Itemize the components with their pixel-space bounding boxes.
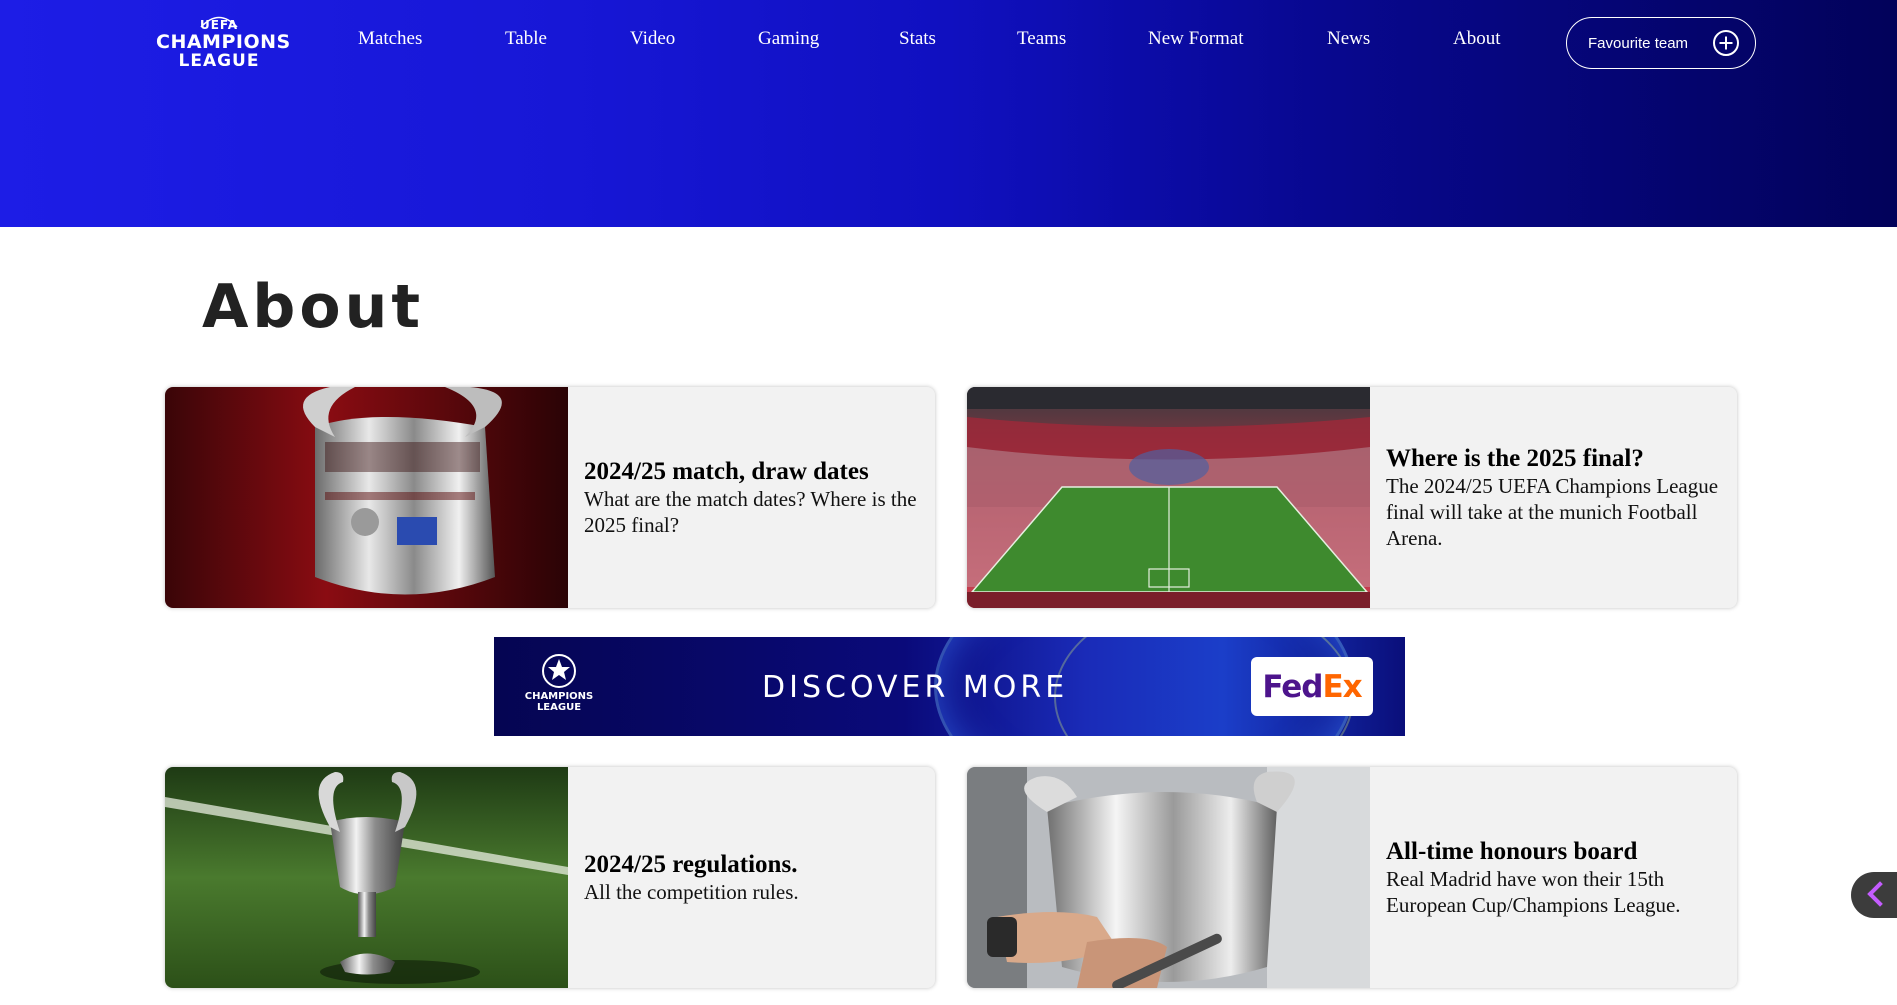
card-text: 2024/25 regulations. All the competition… bbox=[584, 767, 921, 988]
card-heading: 2024/25 match, draw dates bbox=[584, 457, 869, 485]
page-title: About bbox=[202, 272, 425, 342]
logo-uefa-text: UEFA bbox=[199, 18, 239, 32]
favourite-team-button[interactable]: Favourite team bbox=[1566, 17, 1756, 69]
card-heading: Where is the 2025 final? bbox=[1386, 444, 1644, 472]
card-heading: 2024/25 regulations. bbox=[584, 850, 798, 878]
side-panel-toggle[interactable] bbox=[1851, 872, 1897, 918]
discover-more-text: DISCOVER MORE bbox=[762, 670, 1069, 705]
trophy-closeup-image bbox=[165, 387, 568, 608]
card-text: Where is the 2025 final? The 2024/25 UEF… bbox=[1386, 387, 1723, 608]
trophy-on-grass-image bbox=[165, 767, 568, 988]
card-regulations[interactable]: 2024/25 regulations. All the competition… bbox=[165, 767, 935, 988]
banner-ucl-logo: CHAMPIONS LEAGUE bbox=[514, 651, 604, 725]
plus-circle-icon bbox=[1713, 30, 1739, 56]
nav-item-matches[interactable]: Matches bbox=[358, 28, 422, 50]
nav-item-table[interactable]: Table bbox=[505, 28, 547, 50]
card-match-draw-dates[interactable]: 2024/25 match, draw dates What are the m… bbox=[165, 387, 935, 608]
nav-item-new-format[interactable]: New Format bbox=[1148, 28, 1244, 50]
starball-icon bbox=[542, 654, 576, 688]
chevron-left-icon bbox=[1867, 881, 1893, 907]
card-description: The 2024/25 UEFA Champions League final … bbox=[1386, 473, 1719, 550]
nav-item-teams[interactable]: Teams bbox=[1017, 28, 1066, 50]
logo-champions-text: CHAMPIONS bbox=[156, 31, 291, 53]
card-description: What are the match dates? Where is the 2… bbox=[584, 486, 917, 537]
card-description: All the competition rules. bbox=[584, 879, 799, 904]
site-header: UEFA CHAMPIONS LEAGUE Matches Table Vide… bbox=[0, 0, 1897, 227]
champions-league-logo[interactable]: UEFA CHAMPIONS LEAGUE bbox=[156, 14, 291, 74]
card-text: All-time honours board Real Madrid have … bbox=[1386, 767, 1723, 988]
fedex-logo: Fed Ex bbox=[1251, 657, 1373, 716]
fedex-fed-text: Fed bbox=[1262, 668, 1323, 705]
banner-logo-text: CHAMPIONS bbox=[524, 691, 594, 702]
nav-item-news[interactable]: News bbox=[1327, 28, 1370, 50]
fedex-ex-text: Ex bbox=[1322, 668, 1362, 705]
card-description: Real Madrid have won their 15th European… bbox=[1386, 866, 1681, 917]
munich-stadium-image bbox=[967, 387, 1370, 608]
card-honours-board[interactable]: All-time honours board Real Madrid have … bbox=[967, 767, 1737, 988]
card-heading: All-time honours board bbox=[1386, 837, 1638, 865]
logo-league-text: LEAGUE bbox=[178, 51, 260, 71]
nav-item-video[interactable]: Video bbox=[630, 28, 675, 50]
favourite-team-label: Favourite team bbox=[1588, 34, 1689, 52]
discover-more-banner[interactable]: CHAMPIONS LEAGUE DISCOVER MORE Fed Ex bbox=[494, 637, 1405, 736]
nav-item-stats[interactable]: Stats bbox=[899, 28, 936, 50]
banner-logo-text: LEAGUE bbox=[536, 702, 582, 713]
nav-item-gaming[interactable]: Gaming bbox=[758, 28, 819, 50]
trophy-engraving-image bbox=[967, 767, 1370, 988]
nav-item-about[interactable]: About bbox=[1453, 28, 1501, 50]
card-text: 2024/25 match, draw dates What are the m… bbox=[584, 387, 921, 608]
card-2025-final[interactable]: Where is the 2025 final? The 2024/25 UEF… bbox=[967, 387, 1737, 608]
